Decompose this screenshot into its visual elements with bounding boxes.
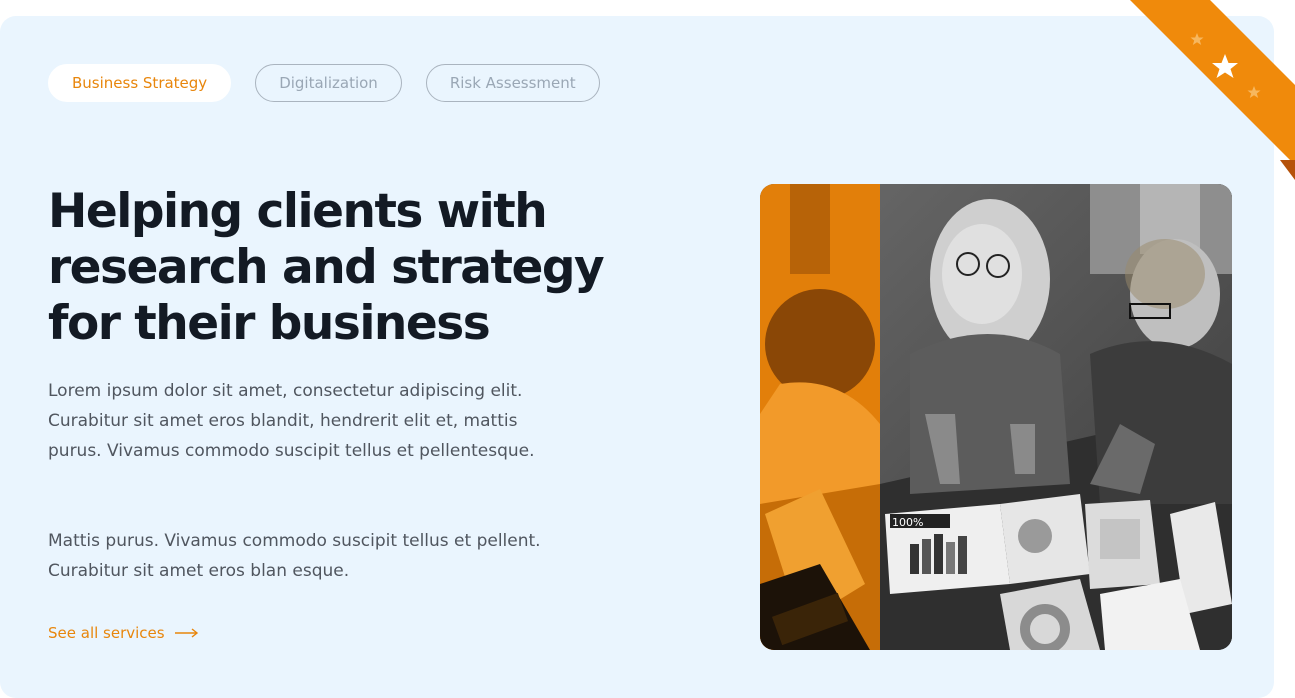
- tab-business-strategy[interactable]: Business Strategy: [48, 64, 232, 102]
- see-all-services-label: See all services: [48, 624, 165, 642]
- arrow-right-icon: [174, 628, 199, 638]
- headline-line-2: research and strategy: [48, 240, 605, 295]
- hero-paragraph-1: Lorem ipsum dolor sit amet, consectetur …: [48, 381, 535, 461]
- see-all-services-link[interactable]: See all services: [48, 624, 199, 642]
- tab-risk-assessment[interactable]: Risk Assessment: [425, 64, 600, 102]
- headline-line-1: Helping clients with: [48, 184, 548, 239]
- team-meeting-photo: 100%: [760, 184, 1232, 650]
- tab-digitalization[interactable]: Digitalization: [255, 64, 402, 102]
- corner-ribbon: [1115, 0, 1295, 180]
- services-card: Business Strategy Digitalization Risk As…: [0, 16, 1274, 698]
- hero-headline: Helping clients with research and strate…: [48, 184, 608, 352]
- chart-percent-label: 100%: [892, 516, 923, 529]
- hero-paragraph-2: Mattis purus. Vivamus commodo suscipit t…: [48, 531, 541, 581]
- service-tabs: Business Strategy Digitalization Risk As…: [48, 64, 600, 102]
- headline-line-3: for their business: [48, 296, 491, 351]
